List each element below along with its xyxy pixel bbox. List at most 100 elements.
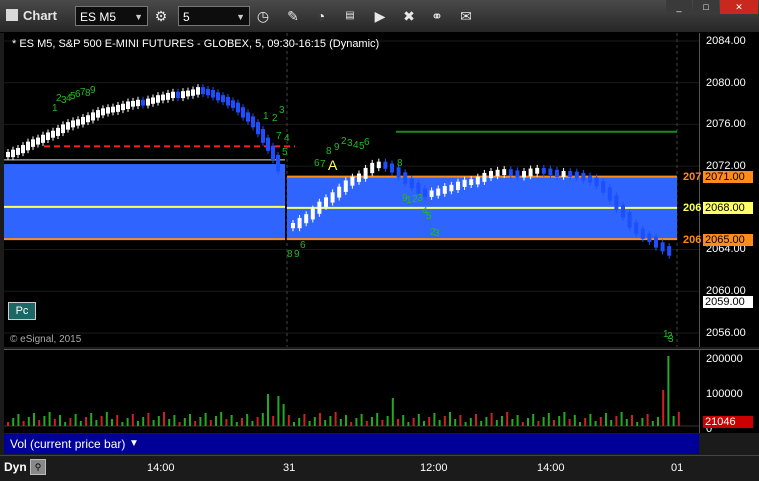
volume-bar (511, 419, 514, 426)
candle-body (246, 112, 250, 122)
candle-body (462, 179, 467, 187)
price-chart[interactable]: * ES M5, S&P 500 E-MINI FUTURES - GLOBEX… (4, 33, 699, 347)
pc-button[interactable]: Pc (8, 302, 36, 320)
volume-bar (293, 422, 295, 426)
price-axis[interactable]: 2084.00 2080.00 2076.00 2072.00 2064.00 … (683, 33, 759, 347)
candle-body (36, 137, 40, 145)
candle-body (76, 119, 80, 126)
candle-body (206, 88, 210, 96)
candle-body (31, 139, 35, 147)
volume-bar (490, 413, 493, 426)
volume-bar (579, 422, 581, 426)
volume-bar (386, 416, 389, 426)
volume-bar (547, 413, 550, 426)
volume-bar (168, 419, 171, 426)
candle-body (317, 201, 322, 214)
candle-body (647, 233, 652, 242)
td-count-label: 6 (300, 240, 306, 251)
candle-body (136, 99, 140, 107)
candle-body (221, 95, 225, 103)
candle-body (161, 94, 165, 101)
volume-bar (111, 419, 113, 426)
candle-body (304, 214, 309, 224)
candle-body (91, 112, 95, 121)
volume-bar (225, 419, 228, 426)
volume-bar (209, 420, 212, 426)
pencil-icon[interactable]: ✎ (283, 6, 303, 26)
side-label: 206 (683, 202, 702, 214)
esignal-credit: © eSignal, 2015 (10, 334, 82, 345)
minimize-button[interactable]: _ (666, 0, 692, 14)
studies-icon[interactable]: ▤ (340, 6, 360, 26)
interval-input[interactable]: 5 ▼ (178, 6, 250, 26)
chevron-down-icon[interactable]: ▼ (134, 7, 143, 27)
volume-bar (433, 413, 436, 426)
td-count-label: 2 (272, 113, 278, 124)
candle-body (403, 172, 408, 184)
candle-body (266, 137, 270, 151)
candle-body (383, 161, 388, 169)
time-axis[interactable]: Dyn ⚲ 14:00 31 12:00 14:00 01 (0, 455, 759, 481)
volume-bar (220, 412, 223, 426)
td-count-label: 5 (426, 211, 432, 222)
candle-body (256, 122, 260, 135)
volume-bar (95, 420, 98, 426)
candle-body (116, 104, 120, 112)
volume-bar (636, 422, 639, 426)
volume-bar (287, 415, 290, 426)
close-button[interactable]: ✕ (720, 0, 758, 14)
candle-body (81, 116, 85, 125)
volume-axis[interactable]: 200000 100000 0 21046 (699, 349, 759, 435)
candle-body (588, 175, 592, 183)
candle-body (16, 147, 20, 155)
tools-icon[interactable]: ✖ (399, 6, 419, 26)
time-tick: 14:00 (147, 462, 175, 474)
candle-body (86, 115, 90, 123)
volume-bar (521, 422, 524, 426)
volume-bar (625, 419, 628, 426)
candle-body (475, 176, 480, 185)
volume-bar (230, 415, 233, 426)
volume-bar (407, 422, 410, 426)
candle-body (291, 222, 295, 229)
volume-bar (657, 417, 659, 426)
chart-window-icon (6, 9, 18, 21)
candle-body (442, 186, 447, 194)
dynamic-toggle-button[interactable]: ⚲ (30, 459, 46, 475)
volume-bar (563, 412, 566, 426)
clock-icon[interactable]: ◷ (253, 6, 273, 26)
volume-bar (74, 414, 77, 426)
candle-body (607, 187, 612, 201)
volume-bar (646, 414, 649, 426)
candle-body (390, 163, 394, 173)
volume-bar (85, 417, 87, 426)
comment-icon[interactable]: ✉ (456, 6, 476, 26)
volume-bar (121, 422, 124, 426)
volume-bar (402, 415, 405, 426)
maximize-button[interactable]: □ (693, 0, 719, 14)
volume-study-label[interactable]: Vol (current price bar) ▼ (4, 434, 699, 454)
candle-body (241, 107, 245, 118)
volume-bar (105, 412, 108, 426)
chevron-down-icon[interactable]: ▼ (236, 7, 245, 27)
volume-study-name: Vol (current price bar) (10, 437, 126, 451)
volume-bar (163, 412, 165, 426)
settings-icon[interactable]: ⚙ (151, 6, 171, 26)
link-icon[interactable]: ⚭ (427, 6, 447, 26)
volume-bar (256, 417, 259, 426)
chevron-down-icon[interactable]: ▼ (129, 434, 139, 454)
volume-bar (443, 416, 446, 426)
candle-body (96, 110, 100, 118)
volume-bar (506, 412, 509, 426)
candle-body (581, 172, 586, 181)
candle-body (56, 127, 60, 136)
symbol-input[interactable]: ES M5 ▼ (75, 6, 148, 26)
candle-body (660, 242, 665, 252)
gauge-icon[interactable]: ◔ (311, 6, 331, 26)
volume-bar (64, 422, 67, 426)
volume-bar (397, 419, 399, 426)
play-icon[interactable]: ▶ (370, 6, 390, 26)
volume-chart[interactable] (4, 349, 699, 433)
volume-bar (532, 414, 535, 426)
td-count-label: 3 (417, 193, 423, 204)
